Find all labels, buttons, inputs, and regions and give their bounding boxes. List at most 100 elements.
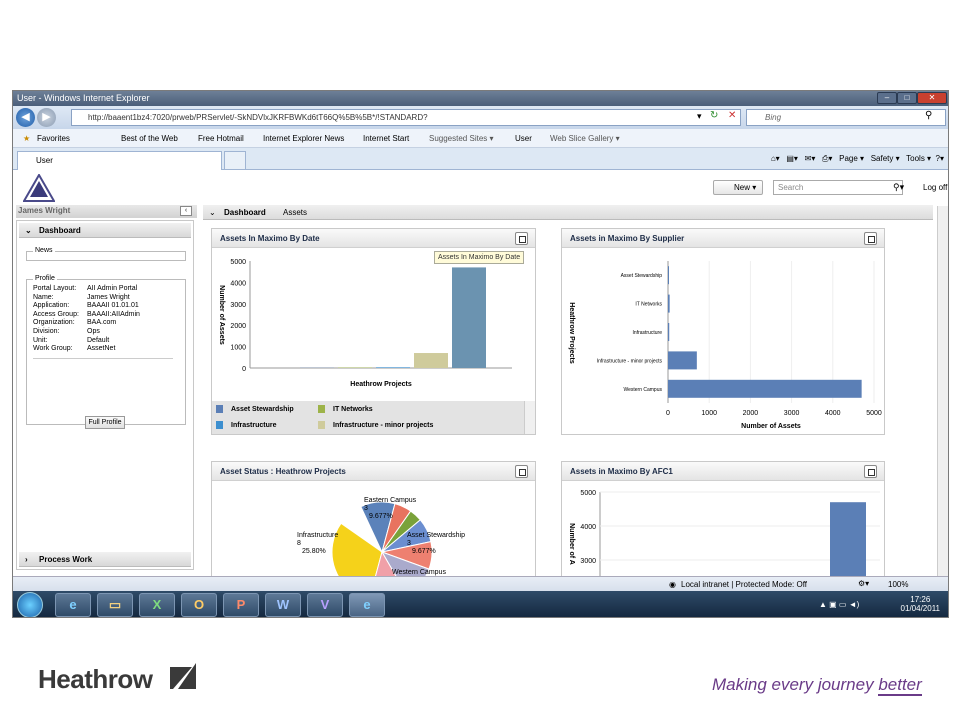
stop-icon[interactable]: ✕ [728,110,736,121]
fav-link[interactable]: Best of the Web [121,134,178,143]
slice-count: 3 [364,505,368,512]
favorites-bar: ★ Favorites Best of the Web Free Hotmail… [13,129,948,148]
close-button[interactable]: ✕ [917,92,947,104]
full-profile-button[interactable]: Full Profile [85,416,125,429]
legend-scrollbar[interactable] [524,401,535,434]
user-header: James Wright ‹ [16,205,197,218]
bing-search-input[interactable]: Bing [746,109,946,126]
fav-link[interactable]: User [515,134,532,143]
visio-icon[interactable]: V [307,593,343,617]
legend-swatch [318,421,325,429]
feeds-icon[interactable]: ▤▾ [786,154,798,163]
search-icon[interactable]: ⚲ [925,110,932,121]
safety-menu[interactable]: Safety ▾ [871,154,900,163]
tray-icons[interactable]: ▲ ▣ ▭ ◄) [819,600,859,609]
maximize-icon[interactable] [864,465,877,478]
dashboard-tabs: ⌄ Dashboard Assets [203,205,933,220]
back-icon[interactable]: ◀ [16,108,35,127]
tab-user[interactable]: User [17,151,222,170]
settings-icon[interactable]: ⚙▾ [858,579,869,588]
status-bar: ◉ Local intranet | Protected Mode: Off ⚙… [13,576,948,591]
process-work-label: Process Work [39,555,93,564]
print-icon[interactable]: ⎙▾ [822,154,832,163]
bar [668,266,669,285]
x-tick-label: 1000 [701,410,717,417]
profile-value: BAAAII:AIIAdmin [87,310,140,318]
tab-dashboard[interactable]: Dashboard [224,208,266,217]
gadget-assets-by-supplier: Assets in Maximo By Supplier 0 1000 2000 30… [561,228,885,435]
x-tick-label: 2000 [743,410,759,417]
fav-link[interactable]: Internet Start [363,134,409,143]
legend-item: Asset Stewardship [216,405,294,413]
excel-icon[interactable]: X [139,593,175,617]
page-scrollbar[interactable] [937,206,948,578]
forward-icon[interactable]: ▶ [37,108,56,127]
url-field[interactable]: http://baaent1bz4:7020/prweb/PRServlet/-… [71,109,741,126]
zoom-level[interactable]: 100% [888,580,908,589]
help-menu[interactable]: ?▾ [936,154,944,163]
fav-link[interactable]: Internet Explorer News [263,134,344,143]
bar [376,367,410,368]
start-icon[interactable] [17,592,43,617]
y-tick-label: Infrastructure - minor projects [597,358,663,364]
fav-link[interactable]: Free Hotmail [198,134,244,143]
legend-swatch [216,421,223,429]
tab-assets[interactable]: Assets [283,208,307,217]
new-tab-button[interactable] [224,151,246,170]
word-icon[interactable]: W [265,593,301,617]
profile-value: BAAAII 01.01.01 [87,302,139,310]
new-button[interactable]: New ▾ [713,180,763,195]
fav-link[interactable]: Suggested Sites ▾ [429,134,494,143]
x-tick-label: 3000 [784,410,800,417]
powerpoint-icon[interactable]: P [223,593,259,617]
maximize-button[interactable]: □ [897,92,917,104]
explorer-icon[interactable]: ▭ [97,593,133,617]
y-tick-label: 2000 [230,323,246,330]
maximize-icon[interactable] [515,232,528,245]
ie-active-icon[interactable]: e [349,593,385,617]
slice-label: Eastern Campus [364,497,417,504]
window-title: User - Windows Internet Explorer [17,93,150,103]
heathrow-brand: Heathrow [38,664,153,694]
profile-field: Organization: [33,319,75,327]
ie-icon[interactable]: e [55,593,91,617]
slice-percent: 25.80% [302,548,326,555]
y-tick-label: Asset Stewardship [621,273,663,279]
minimize-button[interactable]: – [877,92,897,104]
chevron-down-icon: ⌄ [25,226,32,235]
legend-swatch [318,405,325,413]
home-icon[interactable]: ⌂▾ [771,154,780,163]
profile-value: James Wright [87,293,130,301]
gadget-asset-status: Asset Status : Heathrow Projects Eastern… [211,461,536,579]
y-tick-label: 5000 [230,259,246,266]
fav-link[interactable]: Web Slice Gallery ▾ [550,134,620,143]
favorites-button[interactable]: Favorites [37,134,70,143]
collapse-icon[interactable]: ‹ [180,206,192,216]
maximize-icon[interactable] [864,232,877,245]
logoff-link[interactable]: Log off [923,183,947,192]
slice-count: 3 [407,540,411,547]
maximize-icon[interactable] [515,465,528,478]
tagline-emphasis: better [878,675,922,696]
tab-label: User [36,156,53,165]
app-search-input[interactable]: Search [773,180,903,195]
y-tick-label: 5000 [580,490,596,497]
refresh-icon[interactable]: ↻ [710,110,718,121]
clock[interactable]: 17:26 01/04/2011 [901,595,940,613]
search-icon[interactable]: ⚲▾ [893,182,904,193]
slice-count: 8 [297,540,301,547]
dashboard-section-header[interactable]: ⌄ Dashboard [19,223,191,238]
zone-text: Local intranet | Protected Mode: Off [681,580,807,589]
bar [414,353,448,368]
outlook-icon[interactable]: O [181,593,217,617]
command-bar: ⌂▾ ▤▾ ✉▾ ⎙▾ Page ▾ Safety ▾ Tools ▾ ?▾ [771,154,944,164]
clock-date: 01/04/2011 [900,604,940,613]
dropdown-icon[interactable]: ▾ [697,111,702,122]
news-label: News [33,247,55,254]
page-menu[interactable]: Page ▾ [839,154,864,163]
process-work-section-header[interactable]: › Process Work [19,552,191,567]
mail-icon[interactable]: ✉▾ [805,154,816,163]
chart-assets-by-afc1: 2000300040005000Number of A [568,490,880,578]
chart-assets-by-supplier: 0 1000 2000 3000 4000 5000 Asset Stewardship IT… [568,261,882,430]
tools-menu[interactable]: Tools ▾ [906,154,931,163]
